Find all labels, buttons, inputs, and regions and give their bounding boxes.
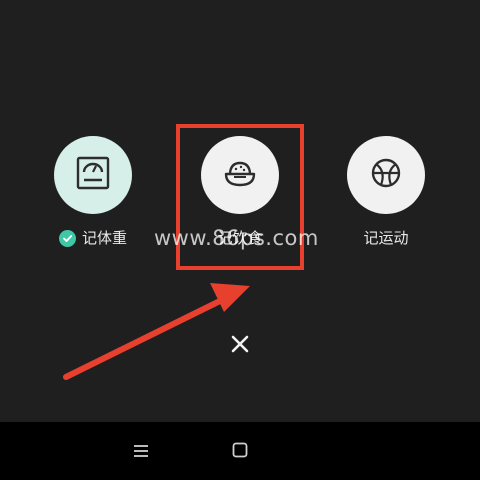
close-icon [231,335,249,357]
system-navigation-bar [0,422,480,480]
close-button[interactable] [227,333,253,359]
home-square-icon [232,442,248,462]
quick-record-panel: 记体重 记饮食 记运动 www.86ps.com [0,0,480,422]
menu-nav-button[interactable] [129,440,153,464]
home-nav-button[interactable] [228,440,252,464]
menu-icon [133,443,149,462]
